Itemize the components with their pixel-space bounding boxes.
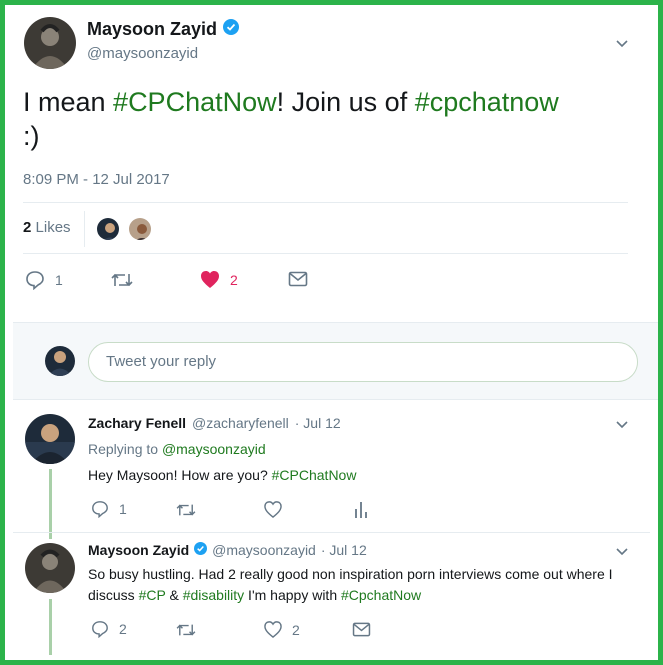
reply-header: Maysoon Zayid @maysoonzayid · Jul 12	[88, 542, 367, 558]
reply-input[interactable]: Tweet your reply	[88, 342, 638, 382]
reply-count: 2	[119, 621, 127, 637]
hashtag-link[interactable]: #disability	[183, 587, 244, 603]
verified-badge-icon	[194, 542, 208, 558]
like-button[interactable]: 2	[264, 621, 300, 638]
author-handle[interactable]: @maysoonzayid	[87, 45, 198, 62]
direct-message-button[interactable]	[352, 622, 371, 637]
chevron-down-icon[interactable]	[614, 35, 630, 56]
tweet-text-segment: ! Join us of	[276, 87, 415, 117]
reply-date[interactable]: · Jul 12	[321, 542, 367, 558]
retweet-button[interactable]	[176, 622, 196, 638]
reply-icon	[91, 620, 109, 638]
current-user-avatar	[45, 346, 75, 376]
author-info[interactable]: Maysoon Zayid	[87, 19, 240, 40]
retweet-icon	[176, 622, 196, 638]
divider	[23, 253, 628, 254]
chevron-down-icon[interactable]	[614, 543, 630, 564]
reply-date[interactable]: · Jul 12	[295, 415, 341, 431]
author-avatar[interactable]	[24, 17, 76, 69]
thread-connector-line	[49, 599, 52, 655]
likes-count: 2	[23, 219, 32, 236]
hashtag-link[interactable]: #CPChatNow	[113, 87, 277, 117]
reply-text: So busy hustling. Had 2 really good non …	[88, 564, 628, 606]
reply-button[interactable]: 1	[91, 500, 127, 518]
replying-to-label: Replying to	[88, 441, 159, 457]
reply-icon	[25, 270, 45, 290]
divider	[84, 211, 85, 247]
thread-connector-line	[49, 469, 52, 539]
reply-author-avatar[interactable]	[25, 543, 75, 593]
heart-icon	[264, 621, 282, 638]
verified-badge-icon	[223, 19, 240, 40]
heart-icon	[264, 501, 282, 518]
reply-count: 1	[55, 272, 63, 288]
tweet-timestamp[interactable]: 8:09 PM - 12 Jul 2017	[23, 171, 170, 188]
replying-to: Replying to @maysoonzayid	[88, 441, 266, 457]
author-name[interactable]: Maysoon Zayid	[87, 19, 217, 40]
retweet-icon	[176, 502, 196, 518]
hashtag-link[interactable]: #CpchatNow	[341, 587, 421, 603]
reply-count: 1	[119, 501, 127, 517]
divider	[23, 202, 628, 203]
replying-to-handle[interactable]: @maysoonzayid	[162, 441, 266, 457]
liker-avatar[interactable]	[127, 216, 153, 242]
like-button[interactable]: 2	[200, 270, 238, 289]
tweet-text: I mean #CPChatNow! Join us of #cpchatnow…	[23, 85, 633, 153]
tweet-text-segment: :)	[23, 121, 40, 151]
reply-text-segment: I'm happy with	[244, 587, 341, 603]
envelope-icon	[352, 622, 371, 637]
reply-author-name[interactable]: Maysoon Zayid	[88, 542, 189, 558]
hashtag-link[interactable]: #CP	[139, 587, 166, 603]
likes-label: Likes	[35, 219, 71, 236]
reply-header: Zachary Fenell @zacharyfenell · Jul 12	[88, 415, 341, 431]
reply-author-handle[interactable]: @maysoonzayid	[212, 542, 316, 558]
hashtag-link[interactable]: #cpchatnow	[415, 87, 559, 117]
liker-avatar[interactable]	[95, 216, 121, 242]
like-count: 2	[292, 621, 300, 638]
reply-author-avatar[interactable]	[25, 414, 75, 464]
reply-button[interactable]: 2	[91, 620, 127, 638]
like-count: 2	[230, 271, 238, 288]
like-button[interactable]	[264, 501, 282, 518]
reply-icon	[91, 500, 109, 518]
reply-button[interactable]: 1	[25, 270, 63, 290]
envelope-icon	[288, 271, 308, 287]
reply-text-segment: &	[165, 587, 183, 603]
retweet-button[interactable]	[111, 271, 133, 289]
chevron-down-icon[interactable]	[614, 416, 630, 437]
direct-message-button[interactable]	[288, 271, 308, 287]
heart-filled-icon	[200, 270, 220, 289]
reply-text: Hey Maysoon! How are you? #CPChatNow	[88, 467, 356, 483]
tweet-frame: Maysoon Zayid @maysoonzayid I mean #CPCh…	[0, 0, 663, 665]
tweet-text-segment: I mean	[23, 87, 114, 117]
retweet-icon	[111, 271, 133, 289]
reply-author-handle[interactable]: @zacharyfenell	[192, 415, 289, 431]
analytics-bar-icon	[354, 500, 368, 518]
reply-text-segment: Hey Maysoon! How are you?	[88, 467, 272, 483]
analytics-button[interactable]	[354, 500, 368, 518]
reply-author-name[interactable]: Zachary Fenell	[88, 415, 186, 431]
divider	[13, 532, 650, 533]
likes-stat[interactable]: 2 Likes	[23, 219, 71, 236]
hashtag-link[interactable]: #CPChatNow	[272, 467, 357, 483]
retweet-button[interactable]	[176, 502, 196, 518]
